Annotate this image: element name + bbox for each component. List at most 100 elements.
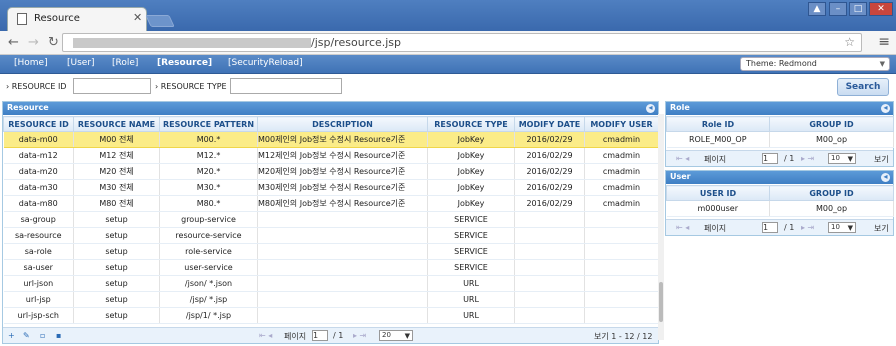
browser-tab[interactable]: Resource ✕ (7, 7, 147, 31)
table-cell: setup (73, 275, 160, 292)
table-cell (514, 211, 585, 228)
page-input[interactable]: 1 (762, 153, 778, 164)
reload-icon[interactable]: ↻ (48, 35, 59, 50)
table-row[interactable]: data-m20 M20 전체 M20.* M20제인의 Job정보 수정시 Reso… (3, 163, 659, 180)
new-tab-button[interactable] (145, 15, 175, 27)
column-header[interactable]: USER ID (666, 185, 770, 201)
first-page-icon[interactable]: ⇤ ◂ (676, 154, 689, 163)
table-cell (257, 211, 428, 228)
table-row[interactable]: url-json setup/json/ *.json URL (3, 275, 659, 292)
app-menu-bar: [Home] [User] [Role] [Resource] [Securit… (0, 55, 896, 74)
user-icon[interactable]: ▲ (808, 2, 826, 16)
back-icon[interactable]: ← (8, 35, 19, 50)
bookmark-star-icon[interactable]: ☆ (844, 35, 855, 49)
table-row[interactable]: sa-group setup group-service SERVICE (3, 211, 659, 228)
table-row[interactable]: ROLE_M00_OP M00_op (666, 131, 894, 148)
column-header[interactable]: GROUP ID (769, 116, 894, 132)
table-row[interactable]: data-m00 M00 전체 M00.* M00제인의 Job정보 수정시 Reso… (3, 131, 659, 148)
column-header[interactable]: DESCRIPTION (257, 116, 428, 132)
role-panel: Role ◂ Role ID GROUP ID ROLE_M00_OP M00_op … (665, 101, 894, 167)
close-tab-icon[interactable]: ✕ (133, 11, 142, 24)
table-cell: group-service (159, 211, 258, 228)
table-cell (584, 307, 659, 324)
next-page-icon[interactable]: ▸ ⇥ (801, 223, 814, 232)
minimize-button[interactable]: – (829, 2, 847, 16)
column-header[interactable]: RESOURCE TYPE (427, 116, 515, 132)
page-input[interactable]: 1 (312, 330, 328, 341)
table-row[interactable]: url-jsp-sch setup/jsp/1/ *.jsp URL (3, 307, 659, 324)
user-grid: USER ID GROUP ID m000user M00_op (666, 185, 894, 217)
table-cell (584, 243, 659, 260)
menu-home[interactable]: [Home] (14, 58, 48, 68)
table-cell: sa-group (3, 211, 74, 228)
table-row[interactable]: sa-role setup role-service SERVICE (3, 243, 659, 260)
table-cell: cmadmin (584, 163, 659, 180)
menu-user[interactable]: [User] (67, 58, 95, 68)
view-icon[interactable]: ▫ (40, 331, 45, 340)
user-panel-title: User (670, 172, 691, 181)
column-header[interactable]: MODIFY DATE (514, 116, 585, 132)
table-cell: m000user (666, 200, 770, 217)
collapse-icon[interactable]: ◂ (646, 104, 655, 113)
url-host-redacted (73, 38, 311, 48)
chevron-down-icon: ▼ (879, 60, 885, 68)
close-window-button[interactable]: ✕ (869, 2, 893, 16)
maximize-button[interactable]: □ (849, 2, 867, 16)
menu-resource[interactable]: [Resource] (157, 58, 212, 68)
table-cell: M30제인의 Job정보 수정시 Resource기준 (257, 179, 428, 196)
table-cell: SERVICE (427, 211, 515, 228)
first-page-icon[interactable]: ⇤ ◂ (259, 331, 272, 340)
scroll-thumb[interactable] (659, 282, 663, 322)
table-row[interactable]: m000user M00_op (666, 200, 894, 217)
search-button[interactable]: Search (837, 78, 889, 96)
page-size-select[interactable]: 20 ▼ (379, 330, 413, 341)
first-page-icon[interactable]: ⇤ ◂ (676, 223, 689, 232)
add-icon[interactable]: + (8, 331, 15, 340)
column-header[interactable]: MODIFY USER (584, 116, 659, 132)
url-field[interactable]: /jsp/resource.jsp ☆ (62, 33, 862, 52)
page-size-select[interactable]: 10 ▼ (828, 153, 856, 164)
record-count: 보기 1 - 12 / 12 (594, 332, 653, 341)
next-page-icon[interactable]: ▸ ⇥ (353, 331, 366, 340)
page-size-select[interactable]: 10 ▼ (828, 222, 856, 233)
role-grid: Role ID GROUP ID ROLE_M00_OP M00_op (666, 116, 894, 148)
table-cell: ROLE_M00_OP (666, 131, 770, 148)
table-cell: M00제인의 Job정보 수정시 Resource기준 (257, 131, 428, 148)
forward-icon[interactable]: → (28, 35, 39, 50)
collapse-icon[interactable]: ◂ (881, 104, 890, 113)
table-cell: 2016/02/29 (514, 131, 585, 148)
table-cell (257, 291, 428, 308)
resource-type-input[interactable] (230, 78, 342, 94)
resource-id-input[interactable] (73, 78, 151, 94)
theme-select[interactable]: Theme: Redmond ▼ (740, 57, 890, 71)
table-cell: setup (73, 243, 160, 260)
browser-menu-icon[interactable]: ≡ (878, 34, 890, 50)
scrollbar[interactable] (658, 114, 664, 340)
table-row[interactable]: data-m80 M80 전체 M80.* M80제인의 Job정보 수정시 Reso… (3, 195, 659, 212)
edit-icon[interactable]: ✎ (23, 331, 30, 340)
delete-icon[interactable]: ▪ (56, 331, 61, 340)
menu-role[interactable]: [Role] (112, 58, 138, 68)
table-cell (584, 227, 659, 244)
collapse-icon[interactable]: ◂ (881, 173, 890, 182)
table-row[interactable]: sa-resource setup resource-service SERVICE (3, 227, 659, 244)
column-header[interactable]: RESOURCE NAME (73, 116, 160, 132)
url-path: /jsp/resource.jsp (311, 36, 402, 49)
page-input[interactable]: 1 (762, 222, 778, 233)
table-cell: JobKey (427, 163, 515, 180)
menu-security-reload[interactable]: [SecurityReload] (228, 58, 303, 68)
table-cell: data-m80 (3, 195, 74, 212)
next-page-icon[interactable]: ▸ ⇥ (801, 154, 814, 163)
view-label: 보기 (874, 155, 889, 164)
table-row[interactable]: sa-user setup user-service SERVICE (3, 259, 659, 276)
column-header[interactable]: RESOURCE ID (3, 116, 74, 132)
table-cell: resource-service (159, 227, 258, 244)
table-cell: /jsp/ *.jsp (159, 291, 258, 308)
table-row[interactable]: data-m30 M30 전체 M30.* M30제인의 Job정보 수정시 Reso… (3, 179, 659, 196)
column-header[interactable]: Role ID (666, 116, 770, 132)
table-row[interactable]: url-jsp setup/jsp/ *.jsp URL (3, 291, 659, 308)
table-row[interactable]: data-m12 M12 전체 M12.* M12제인의 Job정보 수정시 Reso… (3, 147, 659, 164)
column-header[interactable]: GROUP ID (769, 185, 894, 201)
column-header[interactable]: RESOURCE PATTERN (159, 116, 258, 132)
table-cell: setup (73, 307, 160, 324)
